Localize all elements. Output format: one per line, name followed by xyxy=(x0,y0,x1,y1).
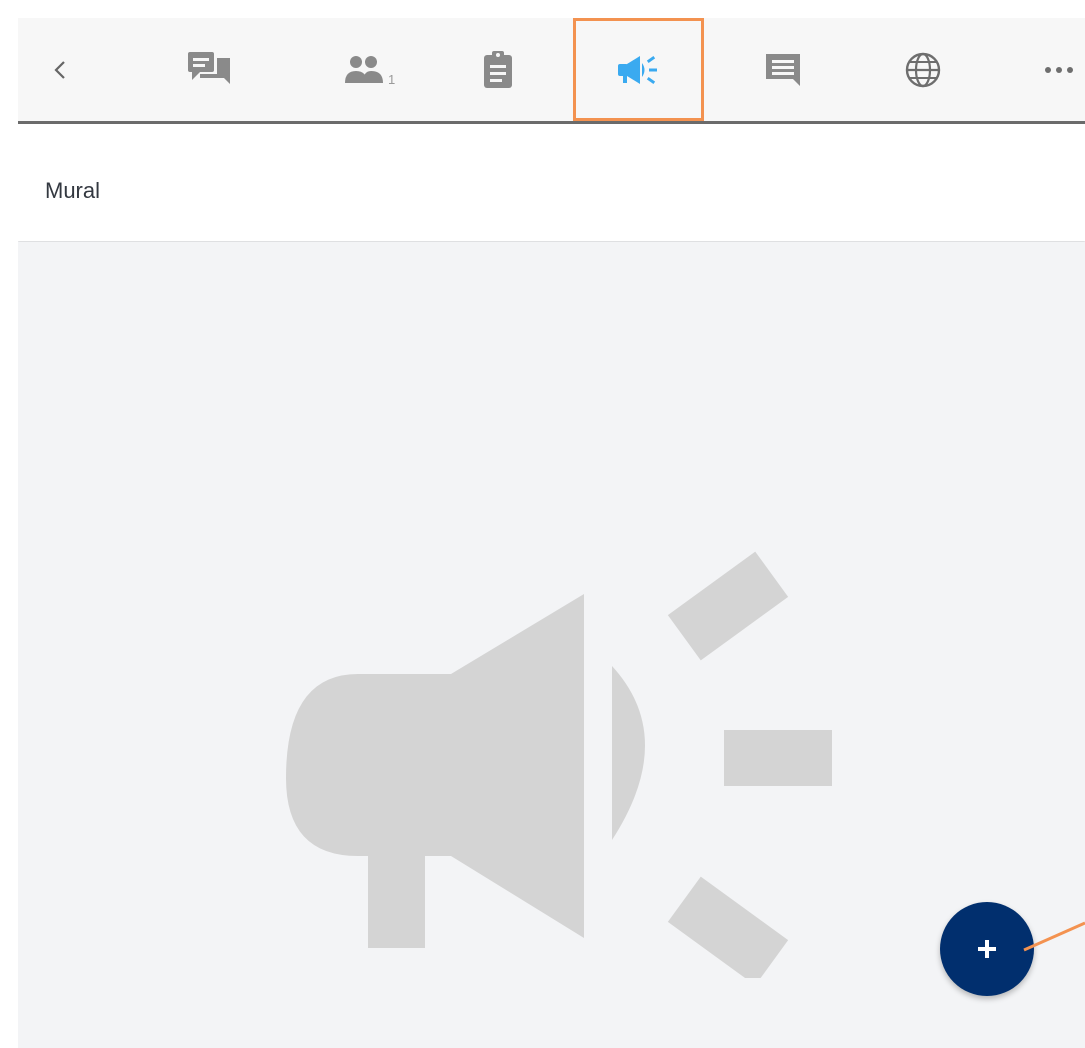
tab-conversations[interactable] xyxy=(178,18,242,121)
people-icon xyxy=(345,55,383,83)
chevron-left-icon xyxy=(54,60,65,79)
tab-mural[interactable] xyxy=(573,18,704,121)
app-window: 1 Mural xyxy=(18,18,1085,1048)
tab-tasks[interactable] xyxy=(470,18,526,121)
plus-icon xyxy=(978,940,996,958)
clipboard-icon xyxy=(484,50,512,88)
back-button[interactable] xyxy=(38,18,82,121)
megaphone-icon xyxy=(286,551,832,978)
message-icon xyxy=(766,53,800,86)
top-toolbar: 1 xyxy=(18,18,1085,124)
page-header: Mural xyxy=(18,124,1085,241)
globe-icon xyxy=(905,52,941,87)
tab-posts[interactable] xyxy=(754,18,812,121)
tab-members[interactable]: 1 xyxy=(324,18,404,121)
members-count: 1 xyxy=(388,72,396,87)
more-button[interactable] xyxy=(1033,18,1085,121)
megaphone-icon xyxy=(617,55,657,84)
forum-icon xyxy=(188,51,230,84)
more-horizontal-icon xyxy=(1045,66,1073,73)
tab-web[interactable] xyxy=(894,18,952,121)
add-mural-post-button[interactable] xyxy=(940,902,1034,996)
page-title: Mural xyxy=(45,178,101,203)
